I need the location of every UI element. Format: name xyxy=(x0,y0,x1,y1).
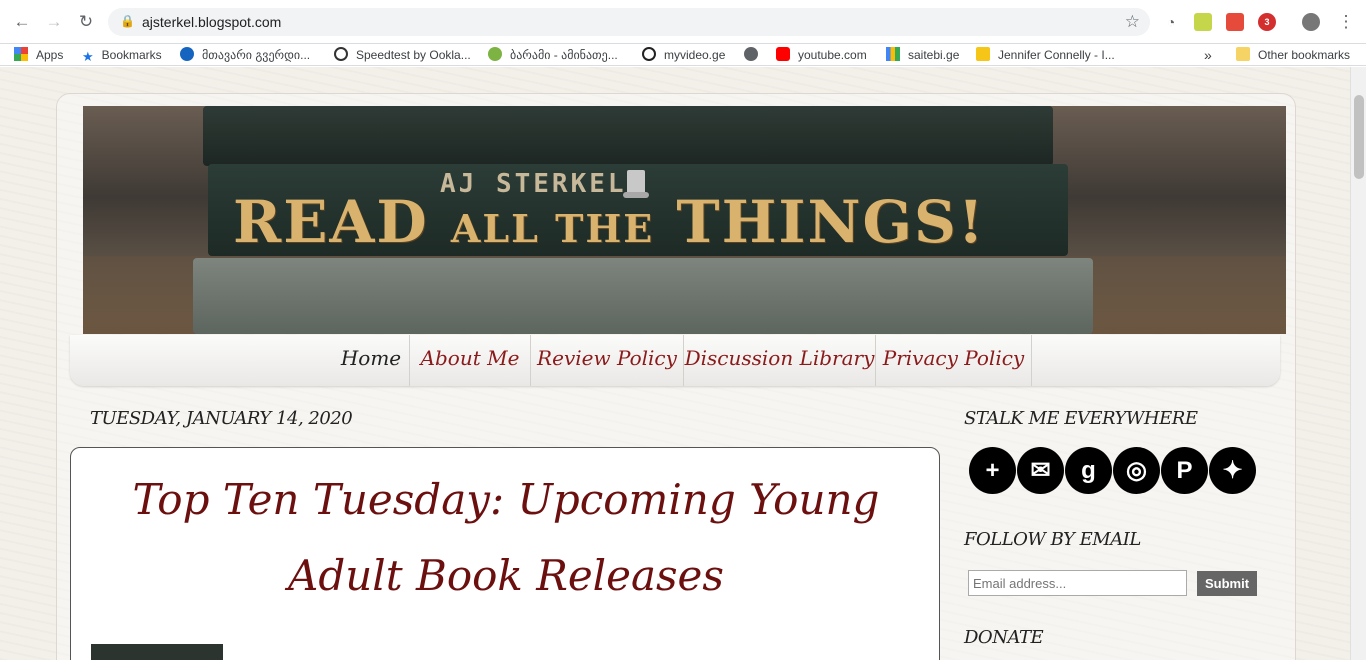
twitter-icon[interactable]: ✦ xyxy=(1209,447,1256,494)
banner-title-part: THINGS! xyxy=(676,188,986,256)
avatar[interactable] xyxy=(1302,13,1320,31)
speedometer-icon[interactable]: ◔ xyxy=(1162,13,1180,31)
bookmark-label: saitebi.ge xyxy=(908,48,960,62)
apps-grid-icon xyxy=(14,47,28,61)
page-content: AJ STERKEL READ ALL THE THINGS! Home Abo… xyxy=(0,67,1350,660)
main-nav: Home About Me Review Policy Discussion L… xyxy=(70,335,1280,386)
nav-review-policy[interactable]: Review Policy xyxy=(531,335,684,386)
lock-icon: 🔒 xyxy=(120,14,135,28)
forward-icon[interactable]: → xyxy=(44,12,64,32)
url-text[interactable]: ajsterkel.blogspot.com xyxy=(142,14,281,30)
header-banner[interactable]: AJ STERKEL READ ALL THE THINGS! xyxy=(83,106,1286,334)
bookmark-other[interactable]: Other bookmarks xyxy=(1236,46,1350,64)
bookmark-barami[interactable]: ბარამი - ამინათე... xyxy=(488,46,618,64)
page-scrollbar[interactable] xyxy=(1350,67,1366,660)
nav-home[interactable]: Home xyxy=(333,335,410,386)
banner-title-part: READ xyxy=(233,188,429,256)
myvideo-icon xyxy=(642,47,656,61)
bookmark-label: მთავარი გვერდი... xyxy=(202,48,311,62)
bookmark-youtube[interactable]: youtube.com xyxy=(776,46,867,64)
youtube-icon xyxy=(776,47,790,61)
back-icon[interactable]: ← xyxy=(12,12,32,32)
pinterest-icon[interactable]: P xyxy=(1161,447,1208,494)
browser-toolbar: ← → ↻ 🔒 ajsterkel.blogspot.com ☆ ◔ 3 ⋮ xyxy=(0,0,1366,44)
email-field[interactable] xyxy=(968,570,1187,596)
bookmark-apps[interactable]: Apps xyxy=(14,46,63,64)
reload-icon[interactable]: ↻ xyxy=(76,12,96,32)
nav-discussion-library[interactable]: Discussion Library xyxy=(684,335,876,386)
bookmark-net[interactable]: მთავარი გვერდი... xyxy=(180,46,310,64)
address-bar[interactable]: 🔒 ajsterkel.blogspot.com ☆ xyxy=(108,8,1150,36)
mail-icon[interactable]: ✉ xyxy=(1017,447,1064,494)
banner-book xyxy=(203,106,1053,166)
donate-heading: DONATE xyxy=(964,627,1044,648)
nav-about-me[interactable]: About Me xyxy=(410,335,531,386)
bookmark-label: Speedtest by Ookla... xyxy=(356,48,471,62)
scrollbar-thumb[interactable] xyxy=(1354,95,1364,179)
bookmark-myvideo[interactable]: myvideo.ge xyxy=(642,46,725,64)
extension-icon[interactable] xyxy=(1194,13,1212,31)
bookmark-saitebi[interactable]: saitebi.ge xyxy=(886,46,959,64)
banner-title-part: ALL THE xyxy=(450,206,655,251)
instagram-icon[interactable]: ◎ xyxy=(1113,447,1160,494)
banner-book xyxy=(193,258,1093,334)
post-card: Top Ten Tuesday: Upcoming Young Adult Bo… xyxy=(70,447,940,660)
post-date: TUESDAY, JANUARY 14, 2020 xyxy=(90,408,353,429)
bookmark-label: Jennifer Connelly - I... xyxy=(998,48,1115,62)
follow-by-email-heading: FOLLOW BY EMAIL xyxy=(964,529,1141,550)
adblock-icon[interactable]: 3 xyxy=(1258,13,1276,31)
bookmarks-bar: Apps ★ Bookmarks მთავარი გვერდი... Speedt… xyxy=(0,44,1366,66)
bookmark-label: myvideo.ge xyxy=(664,48,726,62)
bookmark-label: Bookmarks xyxy=(101,48,162,62)
pdf-icon[interactable] xyxy=(1226,13,1244,31)
globe-icon xyxy=(744,47,758,61)
post-image[interactable] xyxy=(91,644,223,660)
bookmark-label: Other bookmarks xyxy=(1258,48,1351,62)
plus-icon[interactable]: + xyxy=(969,447,1016,494)
globe-icon xyxy=(488,47,502,61)
extension-badge: 3 xyxy=(1264,17,1270,27)
bookmark-label: ბარამი - ამინათე... xyxy=(510,48,618,62)
bookmark-imdb[interactable]: Jennifer Connelly - I... xyxy=(976,46,1115,64)
star-icon: ★ xyxy=(82,49,94,64)
submit-button[interactable]: Submit xyxy=(1197,571,1257,596)
bookmark-globe[interactable] xyxy=(744,46,766,64)
speedtest-icon xyxy=(334,47,348,61)
saitebi-icon xyxy=(886,47,900,61)
imdb-icon xyxy=(976,47,990,61)
post-title[interactable]: Top Ten Tuesday: Upcoming Young Adult Bo… xyxy=(91,462,921,614)
stalk-me-heading: STALK ME EVERYWHERE xyxy=(964,408,1198,429)
nav-privacy-policy[interactable]: Privacy Policy xyxy=(876,335,1032,386)
bookmark-speedtest[interactable]: Speedtest by Ookla... xyxy=(334,46,471,64)
banner-title: READ ALL THE THINGS! xyxy=(233,188,985,256)
bookmark-label: youtube.com xyxy=(798,48,867,62)
bookmark-star-icon[interactable]: ☆ xyxy=(1125,12,1140,32)
bookmark-label: Apps xyxy=(36,48,64,62)
goodreads-icon[interactable]: g xyxy=(1065,447,1112,494)
folder-icon xyxy=(1236,47,1250,61)
bookmark-bookmarks[interactable]: ★ Bookmarks xyxy=(82,46,162,64)
net-icon xyxy=(180,47,194,61)
bookmarks-overflow[interactable]: » xyxy=(1204,46,1212,64)
menu-icon[interactable]: ⋮ xyxy=(1336,12,1356,32)
